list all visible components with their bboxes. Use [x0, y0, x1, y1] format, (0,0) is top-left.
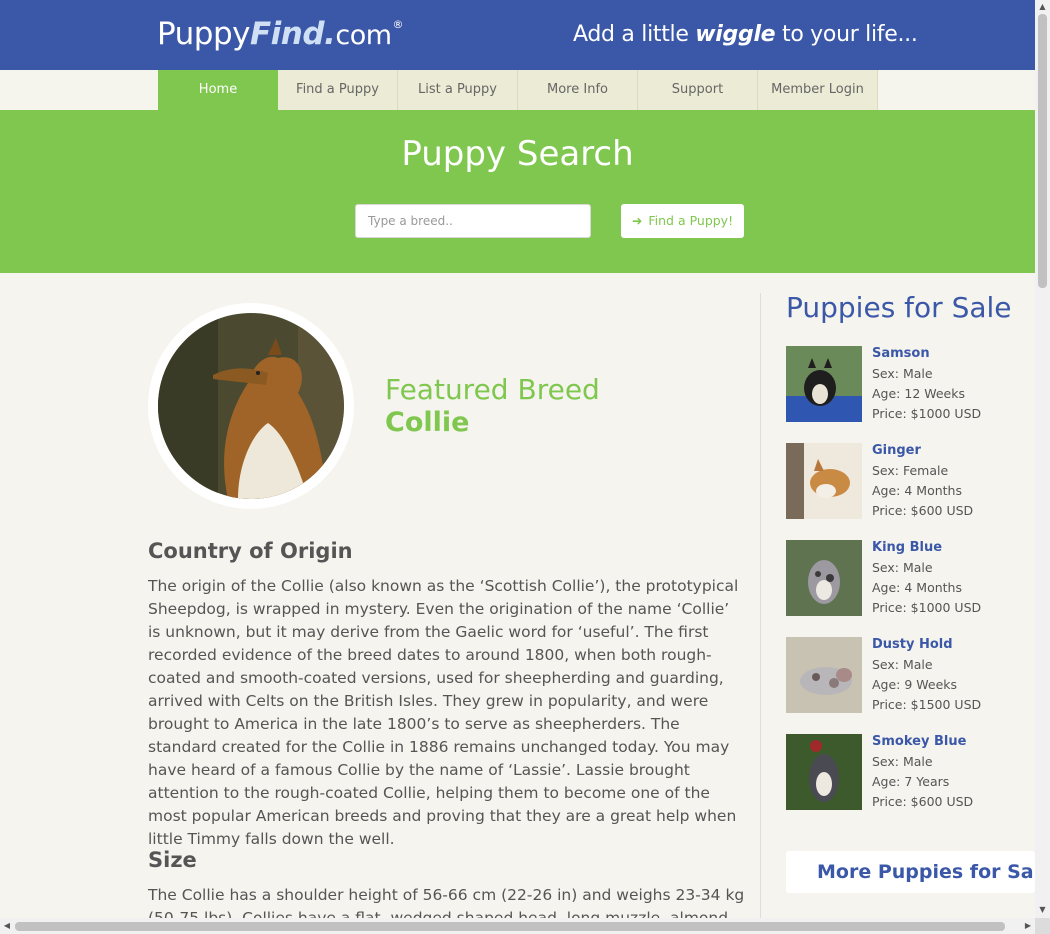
puppy-name[interactable]: Samson — [872, 346, 930, 361]
puppy-photo[interactable] — [786, 346, 862, 422]
horizontal-scrollbar[interactable]: ◀ ▶ — [0, 918, 1035, 934]
nav-item-home[interactable]: Home — [158, 70, 278, 110]
section-heading-size: Size — [148, 848, 197, 872]
puppy-price: Price: $600 USD — [872, 794, 974, 809]
more-puppies-button[interactable]: More Puppies for Sale — [786, 851, 1050, 893]
puppy-sex: Sex: Male — [872, 560, 933, 575]
nav-item-more-info[interactable]: More Info — [518, 70, 638, 110]
featured-breed-photo — [148, 303, 354, 509]
puppy-listing[interactable]: Dusty Hold Sex: Male Age: 9 Weeks Price:… — [786, 637, 1036, 717]
scrollbar-corner — [1035, 918, 1050, 934]
logo-registered: ® — [392, 18, 404, 31]
tagline: Add a little wiggle to your life... — [573, 22, 918, 47]
puppy-sex: Sex: Male — [872, 754, 933, 769]
nav-item-support[interactable]: Support — [638, 70, 758, 110]
nav-item-find-a-puppy[interactable]: Find a Puppy — [278, 70, 398, 110]
vertical-scroll-thumb[interactable] — [1038, 14, 1047, 288]
puppy-photo[interactable] — [786, 734, 862, 810]
puppy-listing[interactable]: Ginger Sex: Female Age: 4 Months Price: … — [786, 443, 1036, 523]
puppy-search-banner: Puppy Search Type a breed.. ➜ Find a Pup… — [0, 110, 1035, 273]
puppy-sex: Sex: Male — [872, 366, 933, 381]
section-heading-origin: Country of Origin — [148, 539, 353, 563]
column-divider — [760, 293, 761, 923]
puppy-sex: Sex: Female — [872, 463, 949, 478]
breed-search-input[interactable]: Type a breed.. — [355, 204, 591, 238]
puppy-photo[interactable] — [786, 540, 862, 616]
puppy-name[interactable]: Dusty Hold — [872, 637, 953, 652]
find-a-puppy-button[interactable]: ➜ Find a Puppy! — [621, 204, 744, 238]
puppy-age: Age: 9 Weeks — [872, 677, 958, 692]
tagline-after: to your life... — [775, 22, 918, 47]
puppy-price: Price: $1500 USD — [872, 697, 982, 712]
puppy-name[interactable]: Ginger — [872, 443, 921, 458]
scroll-left-icon[interactable]: ◀ — [1, 920, 13, 932]
featured-breed-label: Featured Breed — [385, 373, 600, 406]
tagline-before: Add a little — [573, 22, 696, 47]
logo-com: com — [335, 20, 392, 51]
puppy-photo[interactable] — [786, 443, 862, 519]
puppy-age: Age: 4 Months — [872, 483, 962, 498]
scroll-right-icon[interactable]: ▶ — [1022, 920, 1034, 932]
puppy-sex: Sex: Male — [872, 657, 933, 672]
sidebar-title: Puppies for Sale — [786, 291, 1012, 324]
find-a-puppy-button-label: Find a Puppy! — [648, 213, 734, 228]
puppy-price: Price: $1000 USD — [872, 600, 982, 615]
main-navigation: Home Find a Puppy List a Puppy More Info… — [0, 70, 1035, 110]
puppy-price: Price: $1000 USD — [872, 406, 982, 421]
site-logo[interactable]: Puppy Find. com ® — [157, 16, 403, 56]
puppy-search-title: Puppy Search — [401, 134, 634, 174]
collie-photo — [158, 313, 344, 499]
puppy-listing[interactable]: Samson Sex: Male Age: 12 Weeks Price: $1… — [786, 346, 1036, 426]
section-text-origin: The origin of the Collie (also known as … — [148, 577, 739, 848]
arrow-right-icon: ➜ — [631, 213, 643, 228]
tagline-emphasis: wiggle — [695, 22, 776, 47]
puppy-name[interactable]: Smokey Blue — [872, 734, 966, 749]
puppy-age: Age: 4 Months — [872, 580, 962, 595]
vertical-scrollbar[interactable]: ▲ ▼ — [1035, 0, 1050, 918]
site-header: Puppy Find. com ® Add a little wiggle to yo… — [0, 0, 1035, 70]
logo-find: Find. — [250, 16, 336, 52]
logo-puppy: Puppy — [157, 16, 251, 52]
puppy-listing[interactable]: Smokey Blue Sex: Male Age: 7 Years Price… — [786, 734, 1036, 814]
nav-item-list-a-puppy[interactable]: List a Puppy — [398, 70, 518, 110]
puppy-photo[interactable] — [786, 637, 862, 713]
horizontal-scroll-thumb[interactable] — [15, 922, 1005, 931]
scroll-down-icon[interactable]: ▼ — [1038, 904, 1047, 916]
puppy-name[interactable]: King Blue — [872, 540, 942, 555]
puppy-listing[interactable]: King Blue Sex: Male Age: 4 Months Price:… — [786, 540, 1036, 620]
featured-breed-name: Collie — [385, 407, 470, 438]
puppy-age: Age: 12 Weeks — [872, 386, 965, 401]
puppy-age: Age: 7 Years — [872, 774, 950, 789]
scroll-up-icon[interactable]: ▲ — [1038, 1, 1047, 13]
nav-list: Home Find a Puppy List a Puppy More Info… — [158, 70, 878, 110]
puppy-price: Price: $600 USD — [872, 503, 974, 518]
nav-item-member-login[interactable]: Member Login — [758, 70, 878, 110]
